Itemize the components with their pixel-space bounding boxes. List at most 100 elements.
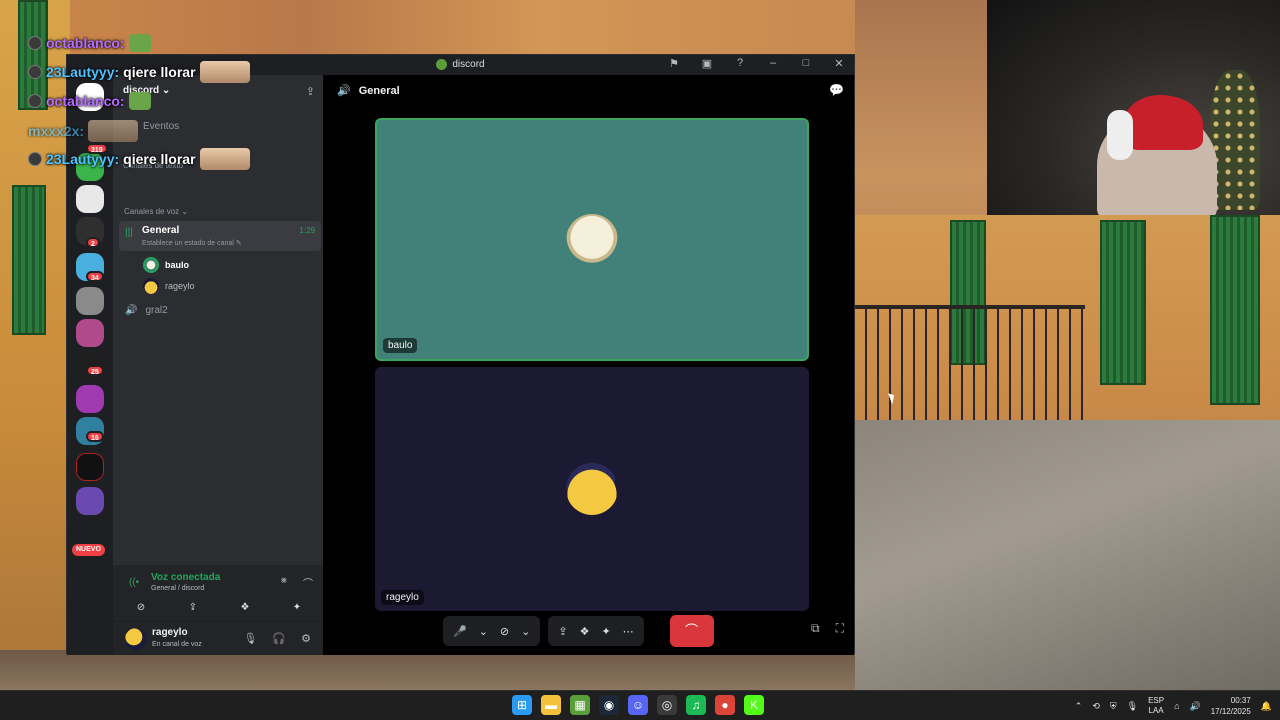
- voice-channels-category[interactable]: Canales de voz ⌄: [124, 207, 188, 216]
- call-timer: 1:29: [299, 226, 315, 235]
- discord-window: discord ⚑ ▣ ? – □ ✕ 319 2 34 25 16 NUEVO: [66, 54, 855, 655]
- add-member-icon[interactable]: ⇪: [306, 85, 315, 98]
- wallpaper-building-top: [70, 0, 855, 60]
- avatar: [566, 213, 618, 266]
- server-badge: 34: [86, 271, 104, 282]
- camera-off-button[interactable]: ⊘: [121, 599, 161, 617]
- chrome-icon[interactable]: ●: [715, 695, 735, 715]
- taskbar: ⊞ ▬ ▦ ◉ ☺ ◎ ♫ ● K ⌃ ⟲ ⛨ 🎙 ESP LAA ⌂ 🔊 00:37 17/1…: [0, 690, 1280, 720]
- settings-icon[interactable]: ⚙: [301, 632, 311, 645]
- spotify-icon[interactable]: ♫: [686, 695, 706, 715]
- title-bar-icons: ⚑ ▣ ? – □ ✕: [667, 57, 846, 70]
- mic-icon[interactable]: 🎤: [453, 625, 467, 638]
- windows-start-icon[interactable]: ⊞: [512, 695, 532, 715]
- mic-icon[interactable]: 🎙: [1127, 701, 1138, 712]
- steam-icon[interactable]: ◉: [599, 695, 619, 715]
- wallpaper-shutter: [1100, 220, 1146, 385]
- disconnect-icon[interactable]: ⌒: [303, 575, 313, 590]
- camera-off-icon[interactable]: ⊘: [500, 625, 509, 638]
- voice-panel-buttons: ⊘ ⇪ ❖ ✦: [121, 599, 317, 617]
- maximize-icon[interactable]: □: [799, 57, 813, 70]
- network-icon[interactable]: ⟲: [1092, 701, 1100, 712]
- obs-icon[interactable]: ◎: [657, 695, 677, 715]
- lang-bottom: LAA: [1148, 706, 1164, 715]
- events-item[interactable]: Eventos: [143, 121, 179, 132]
- clock[interactable]: 00:37 17/12/2025: [1211, 695, 1251, 717]
- tile-name: rageylo: [381, 590, 424, 605]
- video-tile-rageylo[interactable]: rageylo: [375, 367, 809, 611]
- santa-hat: [1125, 95, 1203, 150]
- soundboard-icon[interactable]: ✦: [601, 625, 610, 638]
- server-icon[interactable]: [76, 385, 104, 413]
- speaker-icon: 🔊: [337, 85, 351, 97]
- voice-user-rageylo[interactable]: rageylo: [143, 278, 195, 294]
- soundboard-button[interactable]: ✦: [277, 599, 317, 617]
- discord-icon[interactable]: ☺: [628, 695, 648, 715]
- video-tile-baulo[interactable]: baulo: [375, 118, 809, 361]
- wallpaper-balcony: [855, 305, 1085, 435]
- user-controls: 🎙 🎧 ⚙: [243, 632, 311, 645]
- screen-icon[interactable]: ▣: [700, 57, 714, 70]
- share-screen-button[interactable]: ⇪: [173, 599, 213, 617]
- shield-icon[interactable]: ⛨: [1110, 701, 1117, 712]
- chevron-down-icon[interactable]: ⌄: [479, 625, 488, 638]
- signal-icon[interactable]: ((•: [129, 577, 139, 588]
- headset: [1107, 110, 1133, 160]
- kick-icon[interactable]: K: [744, 695, 764, 715]
- wallpaper-shutter: [12, 185, 46, 335]
- chat-icon[interactable]: 💬: [829, 83, 844, 97]
- server-icon[interactable]: [76, 487, 104, 515]
- share-screen-icon[interactable]: ⇪: [558, 625, 567, 638]
- language-indicator[interactable]: ESP LAA: [1148, 696, 1164, 716]
- user-name[interactable]: rageylo: [152, 627, 188, 638]
- voice-channel-gral2[interactable]: 🔊 gral2: [125, 305, 168, 316]
- headset-icon[interactable]: 🎧: [272, 632, 286, 645]
- bell-icon[interactable]: 🔔: [1261, 701, 1272, 712]
- chevron-down-icon: ⌄: [161, 85, 171, 96]
- chat-username: 23Lautyyy:: [46, 64, 120, 80]
- voice-channel-general[interactable]: ||| General 1:29 Establece un estado de …: [119, 221, 321, 251]
- help-icon[interactable]: ?: [733, 57, 747, 70]
- voice-user-name: baulo: [165, 260, 189, 270]
- wifi-icon[interactable]: ⌂: [1174, 701, 1179, 711]
- avatar[interactable]: [125, 628, 147, 650]
- stage-header: 🔊 General: [337, 84, 400, 98]
- activities-icon[interactable]: ❖: [580, 625, 590, 638]
- system-tray: ⌃ ⟲ ⛨ 🎙 ESP LAA ⌂ 🔊 00:37 17/12/2025 🔔: [1075, 695, 1272, 717]
- chat-emote: [88, 120, 139, 142]
- channel-status[interactable]: Establece un estado de canal ✎: [142, 239, 242, 247]
- minimize-icon[interactable]: –: [766, 57, 780, 70]
- more-icon[interactable]: ⋯: [623, 625, 634, 638]
- activities-button[interactable]: ❖: [225, 599, 265, 617]
- window-title: discord: [452, 58, 485, 70]
- close-icon[interactable]: ✕: [832, 57, 846, 70]
- server-icon[interactable]: [76, 453, 104, 481]
- volume-icon[interactable]: 🔊: [1190, 701, 1201, 712]
- file-explorer-icon[interactable]: ▬: [541, 695, 561, 715]
- server-icon[interactable]: [76, 185, 104, 213]
- user-panel: rageylo En canal de voz 🎙 🎧 ⚙: [113, 621, 323, 655]
- mic-icon[interactable]: 🎙: [243, 632, 257, 645]
- speaker-icon: 🔊: [125, 305, 138, 316]
- chevron-up-icon[interactable]: ⌃: [1075, 701, 1083, 712]
- server-icon[interactable]: [76, 319, 104, 347]
- voice-actions: ⨳ ⌒: [281, 575, 313, 590]
- chat-message: qiere llorar: [123, 151, 196, 167]
- server-icon[interactable]: [76, 287, 104, 315]
- popout-icon[interactable]: ⧉: [811, 621, 820, 636]
- voice-connected-panel: ((• Voz conectada General / discord ⨳ ⌒ …: [113, 565, 323, 621]
- minecraft-icon[interactable]: ▦: [570, 695, 590, 715]
- voice-user-name: rageylo: [165, 281, 195, 291]
- flag-icon[interactable]: ⚑: [667, 57, 681, 70]
- fullscreen-icon[interactable]: ⛶: [836, 621, 844, 636]
- voice-user-baulo[interactable]: baulo: [143, 257, 189, 273]
- chat-username: 23Lautyyy:: [46, 151, 120, 167]
- voice-connected-title[interactable]: Voz conectada: [151, 572, 220, 583]
- chevron-down-icon[interactable]: ⌄: [521, 625, 530, 638]
- chat-emote: [199, 61, 250, 83]
- end-call-button[interactable]: ⌒: [669, 615, 714, 647]
- clock-date: 17/12/2025: [1210, 707, 1251, 716]
- noise-suppression-icon[interactable]: ⨳: [281, 575, 287, 590]
- chat-line: octablanco:: [28, 34, 151, 52]
- voice-connected-subtitle[interactable]: General / discord: [151, 585, 204, 592]
